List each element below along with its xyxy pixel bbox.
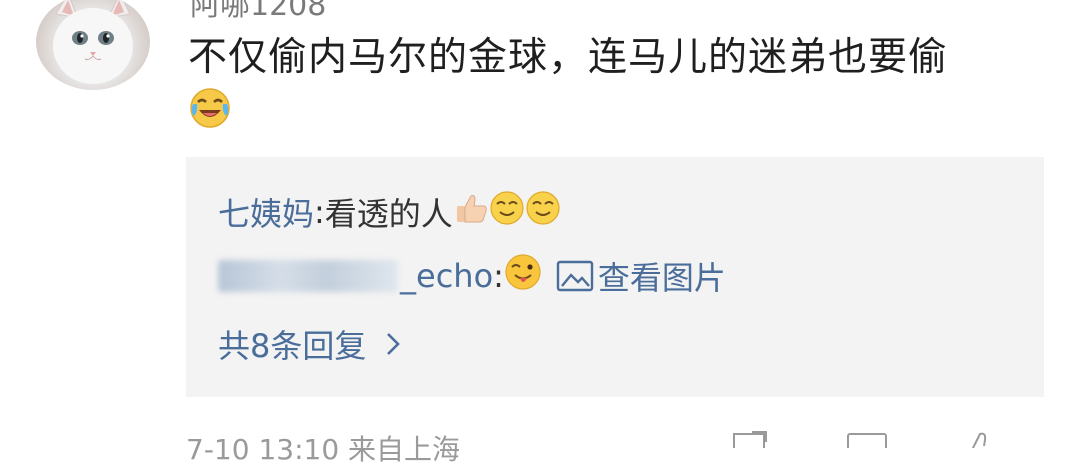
comment-username[interactable]: 阿哪1208 xyxy=(190,0,326,24)
reply-separator: : xyxy=(314,193,325,231)
smirk-emoji-icon xyxy=(525,190,561,234)
view-image-link[interactable]: 查看图片 xyxy=(556,253,726,299)
view-image-label: 查看图片 xyxy=(597,259,726,297)
reply-author[interactable]: 七姨妈 xyxy=(218,189,314,235)
laughing-crying-emoji-icon xyxy=(188,86,232,146)
blurred-username xyxy=(218,260,398,292)
comment-meta: 7-10 13:10 来自上海 xyxy=(186,433,461,466)
more-replies-label: 共8条回复 xyxy=(218,327,367,365)
comment-actions xyxy=(730,428,1050,459)
reply-item[interactable]: 七姨妈 : 看透的人 xyxy=(218,189,561,235)
share-icon[interactable] xyxy=(733,431,767,459)
reply-text: 看透的人 xyxy=(324,195,453,233)
tongue-out-emoji-icon xyxy=(504,253,542,299)
comment-text: 不仅偷内马尔的金球，连马儿的迷弟也要偷 xyxy=(188,30,1048,146)
reply-separator: : xyxy=(493,257,504,295)
cat-avatar-icon xyxy=(53,0,133,84)
reply-author-suffix: _echo xyxy=(400,257,494,295)
view-all-replies[interactable]: 共8条回复 xyxy=(218,321,402,367)
image-icon xyxy=(556,259,594,293)
like-icon[interactable] xyxy=(967,432,987,459)
chevron-right-icon xyxy=(384,330,402,358)
reply-author[interactable]: _echo xyxy=(218,257,493,295)
comment-icon[interactable] xyxy=(847,433,887,459)
thumbs-up-emoji-icon xyxy=(453,190,489,234)
comment-card: 阿哪1208 不仅偷内马尔的金球，连马儿的迷弟也要偷 七姨妈 : 看透的人 _e… xyxy=(0,0,1068,466)
reply-item[interactable]: _echo : 查看图片 xyxy=(218,253,726,299)
smirk-emoji-icon xyxy=(489,190,525,234)
reply-preview-box[interactable]: 七姨妈 : 看透的人 _echo: 查看图片 共8条回复 xyxy=(186,157,1044,397)
comment-body: 不仅偷内马尔的金球，连马儿的迷弟也要偷 xyxy=(188,35,949,80)
avatar[interactable] xyxy=(36,0,150,90)
